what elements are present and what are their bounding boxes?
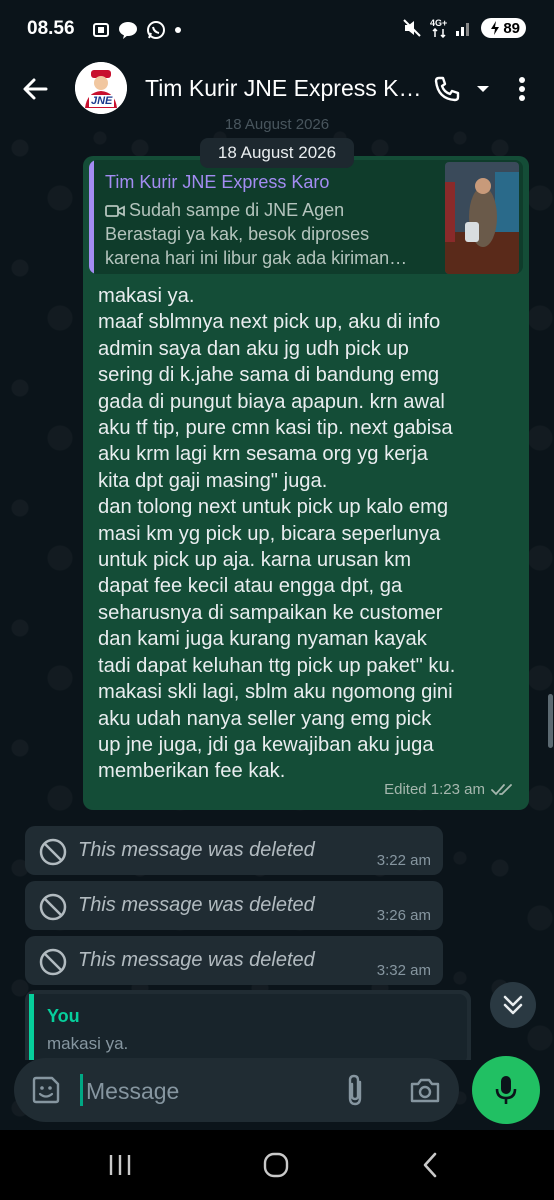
- reply-sender: You: [47, 1006, 80, 1026]
- message-line: dan tolong next untuk pick up kalo emg: [98, 496, 449, 519]
- quoted-text: Sudah sampe di JNE Agen Berastagi ya kak…: [105, 198, 441, 270]
- double-chevron-down-icon: [503, 995, 523, 1015]
- message-line: up jne juga, jdi ga kewajiban aku juga: [98, 733, 434, 756]
- microphone-icon: [495, 1076, 517, 1104]
- message-text: makasi ya. maaf sblmnya next pick up, ak…: [98, 283, 522, 785]
- message-line: gada di pungut biaya apapun. krn awal: [98, 390, 445, 413]
- message-line: admin saya dan aku jg udh pick up: [98, 337, 409, 360]
- status-bar: 08.56 4G+ 89: [0, 0, 554, 60]
- deleted-text: This message was deleted: [78, 949, 315, 971]
- whatsapp-icon: [147, 21, 165, 39]
- message-timestamp: Edited 1:23 am: [384, 781, 485, 798]
- deleted-timestamp: 3:22 am: [376, 852, 431, 869]
- more-options-icon[interactable]: [510, 74, 534, 104]
- screenshot-icon: [93, 23, 109, 37]
- message-line: tadi dapat keluhan ttg pick up paket" ku…: [98, 654, 456, 677]
- message-composer: [14, 1058, 459, 1122]
- message-line: kita dpt gaji masing" juga.: [98, 469, 328, 492]
- ban-icon: [39, 948, 67, 976]
- quoted-sender: Tim Kurir JNE Express Karo: [105, 172, 330, 192]
- message-line: dan kami juga kurang nyaman kayak: [98, 628, 427, 651]
- sticker-icon[interactable]: [30, 1074, 62, 1106]
- message-line: sering di k.jahe sama di bandung emg: [98, 364, 440, 387]
- quote-accent-bar: [89, 160, 94, 274]
- system-icons: 4G+ 89: [402, 18, 526, 38]
- reply-accent-bar: [29, 994, 34, 1060]
- battery-level: 89: [503, 19, 520, 37]
- deleted-message-bubble[interactable]: This message was deleted 3:26 am: [25, 881, 443, 930]
- message-line: seharusnya di sampaikan ke customer: [98, 601, 443, 624]
- network-label: 4G+: [430, 17, 448, 28]
- deleted-text: This message was deleted: [78, 839, 315, 861]
- ban-icon: [39, 838, 67, 866]
- quoted-line-2: Berastagi ya kak, besok diproses: [105, 224, 370, 244]
- avatar-logo-text: JNE: [89, 95, 115, 107]
- thumbnail-image: [445, 162, 519, 274]
- home-icon[interactable]: [261, 1150, 291, 1180]
- message-line: masi km yg pick up, bicara seperlunya: [98, 522, 441, 545]
- video-icon: [105, 205, 125, 217]
- system-navigation-bar: [0, 1130, 554, 1200]
- deleted-timestamp: 3:32 am: [376, 962, 431, 979]
- back-nav-icon[interactable]: [420, 1150, 440, 1180]
- quoted-line-3: karena hari ini libur gak ada kiriman…: [105, 248, 408, 268]
- network-indicator: 4G+: [430, 17, 448, 38]
- status-time: 08.56: [27, 18, 75, 39]
- ban-icon: [39, 893, 67, 921]
- camera-icon[interactable]: [408, 1074, 442, 1106]
- message-line: makasi ya.: [98, 285, 195, 307]
- quoted-message[interactable]: Tim Kurir JNE Express Karo Sudah sampe d…: [89, 160, 523, 274]
- deleted-timestamp: 3:26 am: [376, 907, 431, 924]
- phone-icon[interactable]: [432, 74, 462, 104]
- quoted-video-thumbnail: [445, 162, 519, 274]
- text-cursor: [80, 1074, 83, 1106]
- contact-avatar[interactable]: JNE: [75, 62, 127, 114]
- reply-quote[interactable]: You makasi ya.: [29, 994, 467, 1060]
- message-line: maaf sblmnya next pick up, aku di info: [98, 311, 441, 334]
- voice-record-button[interactable]: [472, 1056, 540, 1124]
- paperclip-icon[interactable]: [340, 1072, 370, 1108]
- dot-icon: [175, 27, 181, 33]
- notification-icons: [92, 20, 182, 40]
- message-line: dapat fee kecil atau engga dpt, ga: [98, 575, 403, 598]
- message-line: makasi skli lagi, sblm aku ngomong gini: [98, 681, 453, 704]
- battery-saver-icon: [491, 21, 500, 35]
- contact-name[interactable]: Tim Kurir JNE Express Karo: [145, 75, 425, 102]
- message-meta: Edited 1:23 am: [384, 781, 515, 798]
- date-separator: 18 August 2026: [200, 138, 354, 168]
- mute-icon: [403, 19, 421, 37]
- message-line: aku krm lagi krn sesama org yg kerja: [98, 443, 428, 466]
- deleted-message-bubble[interactable]: This message was deleted 3:32 am: [25, 936, 443, 985]
- chat-header: JNE Tim Kurir JNE Express Karo: [0, 60, 554, 118]
- deleted-message-bubble[interactable]: This message was deleted 3:22 am: [25, 826, 443, 875]
- double-check-icon: [491, 783, 512, 795]
- signal-icon: [456, 23, 470, 36]
- outgoing-message-bubble[interactable]: Tim Kurir JNE Express Karo Sudah sampe d…: [83, 156, 529, 810]
- scrollbar-thumb[interactable]: [548, 694, 553, 748]
- deleted-text: This message was deleted: [78, 894, 315, 916]
- back-arrow-icon[interactable]: [20, 74, 50, 104]
- message-line: aku udah nanya seller yang emg pick: [98, 707, 432, 730]
- message-input[interactable]: [84, 1072, 328, 1110]
- reply-message-bubble[interactable]: You makasi ya.: [25, 990, 471, 1060]
- recent-apps-icon[interactable]: [106, 1152, 134, 1178]
- chevron-down-icon[interactable]: [474, 80, 492, 98]
- battery-indicator: 89: [481, 18, 526, 38]
- line-app-icon: [119, 22, 137, 39]
- message-line: untuk pick up aja. karna urusan km: [98, 549, 412, 572]
- message-line: aku tf tip, pure cmn kasi tip. next gabi…: [98, 417, 453, 440]
- date-ghost: 18 August 2026: [224, 118, 330, 133]
- reply-text: makasi ya.: [47, 1034, 129, 1053]
- data-arrows-icon: [432, 27, 446, 38]
- chat-area[interactable]: 18 August 2026 Tim Kurir JNE Express Kar…: [0, 118, 554, 1130]
- scroll-to-bottom-button[interactable]: [490, 982, 536, 1028]
- quoted-line-1: Sudah sampe di JNE Agen: [129, 200, 345, 220]
